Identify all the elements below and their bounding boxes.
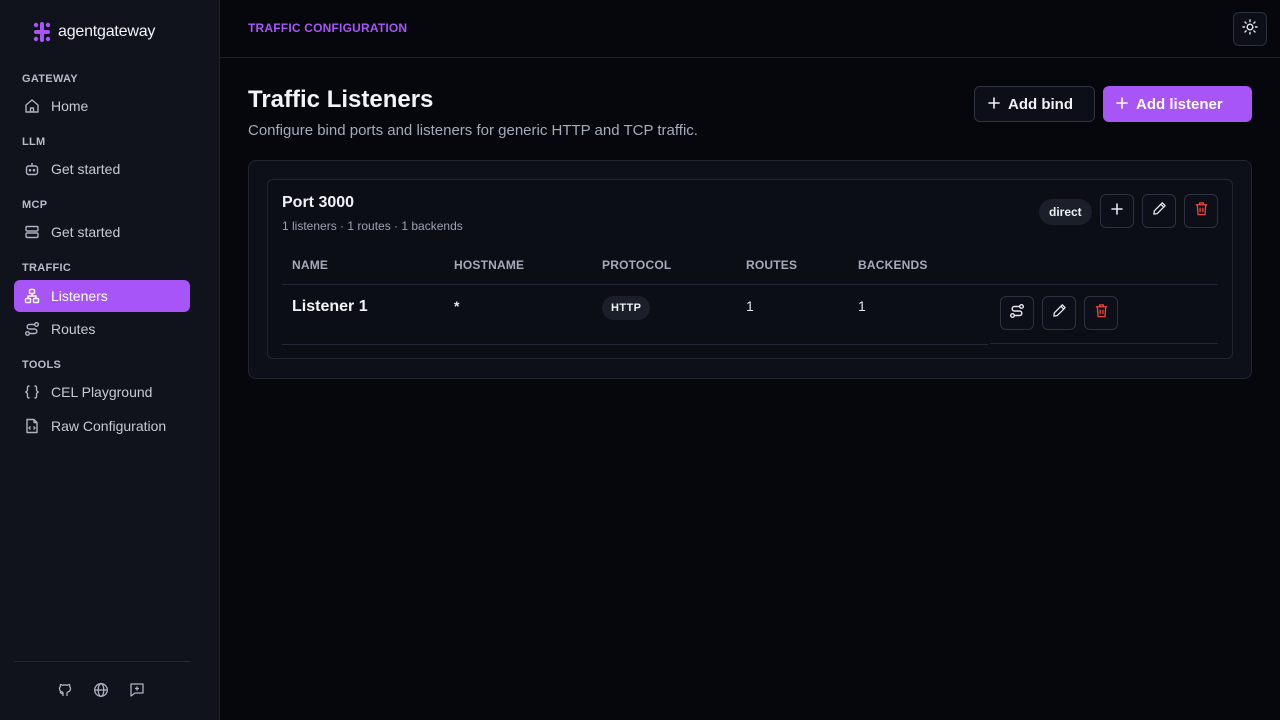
column-header-hostname: HOSTNAME bbox=[454, 258, 525, 272]
column-header-name: NAME bbox=[292, 258, 329, 272]
edit-listener-button[interactable] bbox=[1042, 296, 1076, 330]
sidebar-item-routes[interactable]: Routes bbox=[14, 313, 190, 345]
feedback-icon[interactable] bbox=[128, 681, 146, 699]
logo-icon bbox=[33, 22, 51, 42]
top-bar: TRAFFIC CONFIGURATION bbox=[220, 0, 1280, 58]
sidebar-footer-links bbox=[56, 681, 146, 699]
section-label-tools: TOOLS bbox=[22, 359, 62, 371]
table-row-divider bbox=[282, 344, 988, 345]
add-listener-label: Add listener bbox=[1136, 95, 1223, 113]
section-label-gateway: GATEWAY bbox=[22, 73, 78, 85]
delete-listener-button[interactable] bbox=[1084, 296, 1118, 330]
add-listener-button[interactable]: Add listener bbox=[1103, 86, 1252, 122]
edit-bind-button[interactable] bbox=[1142, 194, 1176, 228]
network-icon bbox=[23, 287, 41, 305]
globe-icon[interactable] bbox=[92, 681, 110, 699]
trash-icon bbox=[1194, 201, 1209, 221]
bind-title: Port 3000 bbox=[282, 194, 355, 211]
plus-icon bbox=[1116, 96, 1128, 113]
listener-routes-button[interactable] bbox=[1000, 296, 1034, 330]
table-row-divider-actions bbox=[990, 343, 1218, 344]
column-header-routes: ROUTES bbox=[746, 258, 798, 272]
sidebar: agentgateway GATEWAY Home LLM Get starte… bbox=[0, 0, 220, 720]
github-icon[interactable] bbox=[56, 681, 74, 699]
theme-toggle-button[interactable] bbox=[1233, 12, 1267, 46]
sidebar-item-label: Get started bbox=[51, 161, 121, 177]
sidebar-item-label: Listeners bbox=[51, 288, 108, 304]
pencil-icon bbox=[1152, 201, 1167, 221]
add-bind-button[interactable]: Add bind bbox=[974, 86, 1095, 122]
sidebar-item-label: Routes bbox=[51, 321, 96, 337]
section-label-traffic: TRAFFIC bbox=[22, 262, 72, 274]
bind-mode-badge: direct bbox=[1039, 199, 1092, 225]
column-header-backends: BACKENDS bbox=[858, 258, 928, 272]
plus-icon bbox=[1111, 202, 1123, 220]
plus-icon bbox=[988, 96, 1000, 113]
bot-icon bbox=[23, 160, 41, 178]
app-logo[interactable]: agentgateway bbox=[32, 21, 155, 43]
app-name: agentgateway bbox=[58, 23, 156, 40]
listener-name: Listener 1 bbox=[292, 298, 368, 315]
sidebar-item-mcp-get-started[interactable]: Get started bbox=[14, 216, 190, 248]
listener-routes-count: 1 bbox=[746, 298, 754, 314]
listener-backends-count: 1 bbox=[858, 298, 866, 314]
column-header-protocol: PROTOCOL bbox=[602, 258, 672, 272]
sidebar-item-label: Home bbox=[51, 98, 89, 114]
sidebar-item-home[interactable]: Home bbox=[14, 90, 190, 122]
route-icon bbox=[1009, 303, 1025, 324]
page-subtitle: Configure bind ports and listeners for g… bbox=[248, 122, 698, 139]
page-title: Traffic Listeners bbox=[248, 86, 434, 113]
bind-meta: 1 listeners · 1 routes · 1 backends bbox=[282, 219, 463, 233]
sidebar-item-label: Get started bbox=[51, 224, 121, 240]
sidebar-item-label: Raw Configuration bbox=[51, 418, 167, 434]
home-icon bbox=[23, 97, 41, 115]
add-listener-to-bind-button[interactable] bbox=[1100, 194, 1134, 228]
sidebar-divider bbox=[14, 661, 190, 662]
section-label-llm: LLM bbox=[22, 136, 46, 148]
trash-icon bbox=[1094, 303, 1109, 323]
sidebar-item-listeners[interactable]: Listeners bbox=[14, 280, 190, 312]
sidebar-item-cel-playground[interactable]: CEL Playground bbox=[14, 376, 190, 408]
file-code-icon bbox=[23, 417, 41, 435]
delete-bind-button[interactable] bbox=[1184, 194, 1218, 228]
braces-icon bbox=[23, 383, 41, 401]
add-bind-label: Add bind bbox=[1008, 95, 1073, 113]
section-label-mcp: MCP bbox=[22, 199, 48, 211]
sidebar-item-label: CEL Playground bbox=[51, 384, 153, 400]
sidebar-item-llm-get-started[interactable]: Get started bbox=[14, 153, 190, 185]
pencil-icon bbox=[1052, 303, 1067, 323]
table-header-divider bbox=[282, 284, 1218, 285]
listener-hostname: * bbox=[454, 298, 460, 314]
protocol-badge: HTTP bbox=[602, 296, 651, 320]
server-icon bbox=[23, 223, 41, 241]
sidebar-item-raw-configuration[interactable]: Raw Configuration bbox=[14, 410, 190, 442]
sun-icon bbox=[1242, 18, 1258, 40]
route-icon bbox=[23, 320, 41, 338]
breadcrumb: TRAFFIC CONFIGURATION bbox=[248, 21, 408, 35]
